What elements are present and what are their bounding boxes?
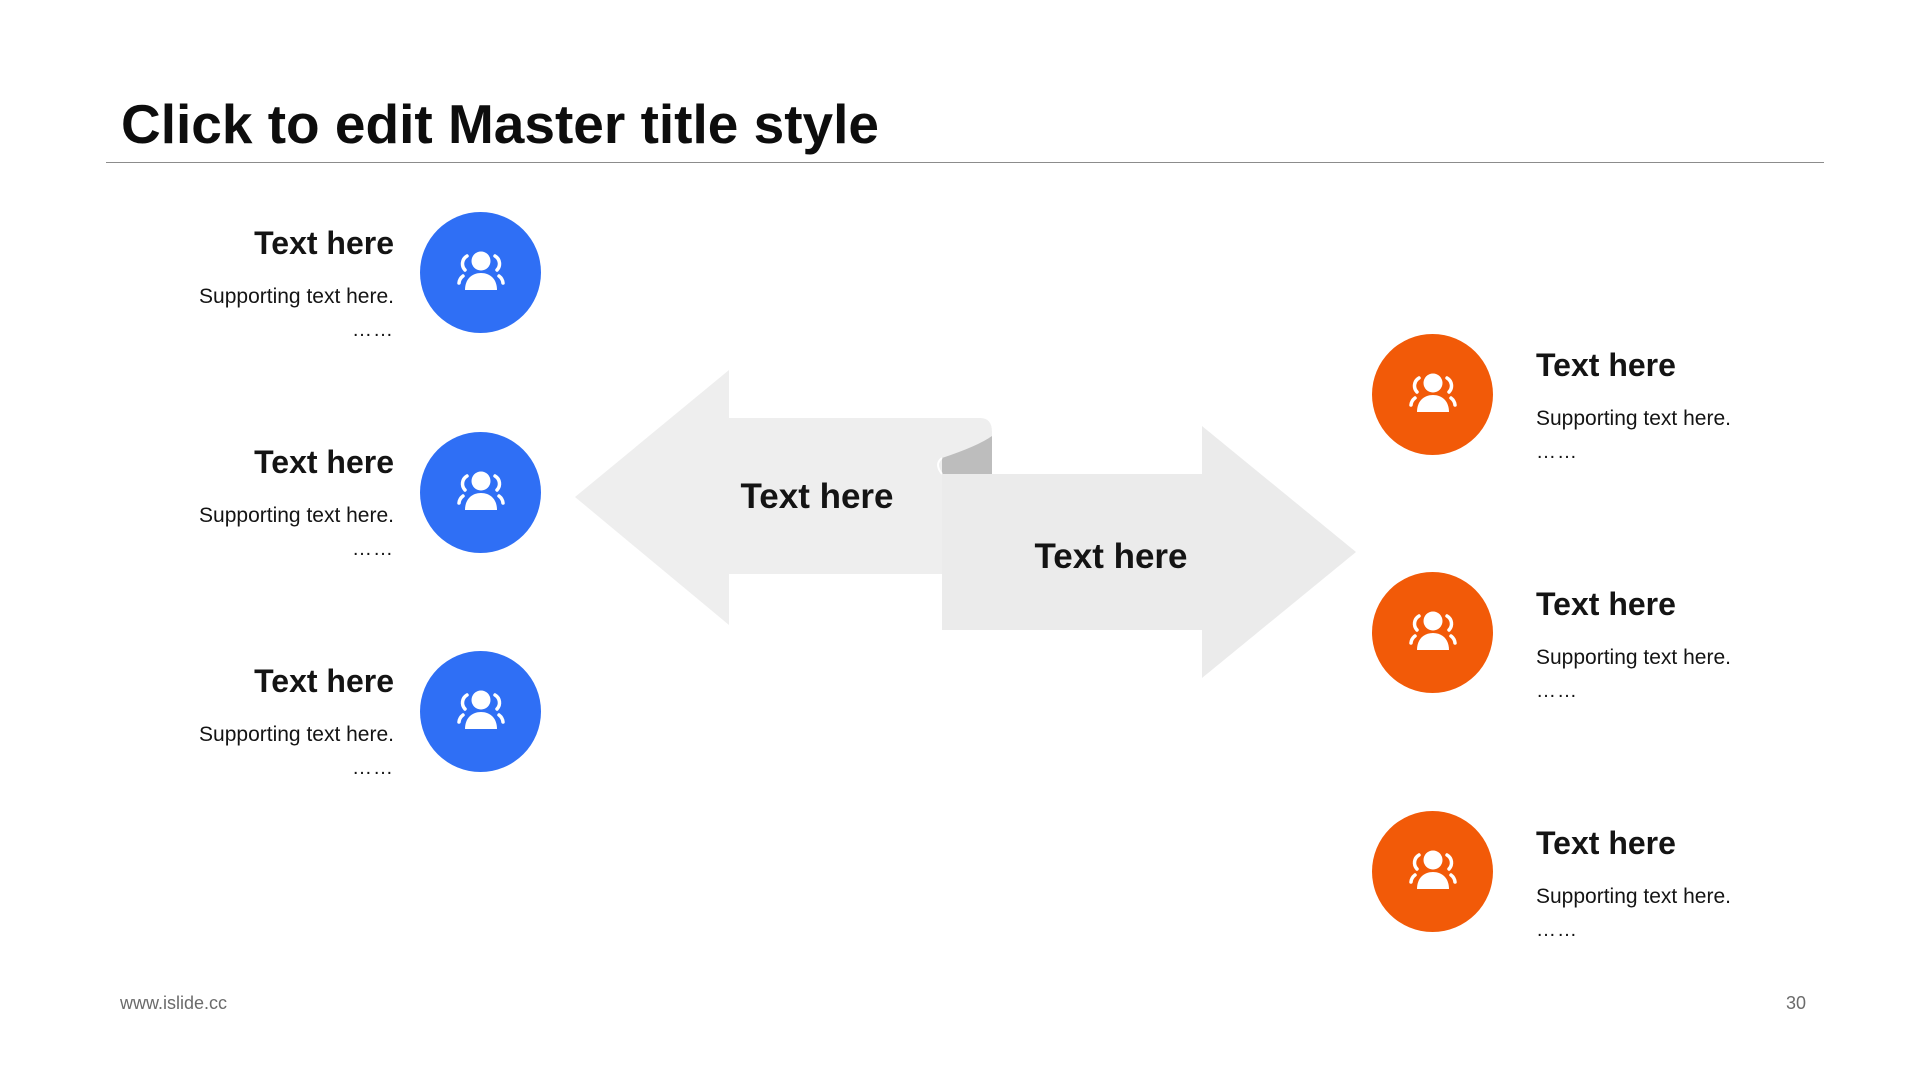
footer-url: www.islide.cc [120, 993, 228, 1013]
left-item-3-avatar [420, 651, 541, 772]
users-icon [456, 690, 505, 729]
users-icon [456, 251, 505, 290]
left-item-support: Supporting text here. [199, 723, 394, 746]
title-divider [106, 162, 1824, 163]
users-icon [1408, 611, 1457, 650]
left-item-dots: …… [352, 538, 394, 560]
right-item-1-avatar [1372, 334, 1493, 455]
right-item-dots: …… [1536, 680, 1578, 702]
right-item-heading: Text here [1536, 825, 1676, 861]
left-item-heading: Text here [254, 444, 394, 480]
left-item-1[interactable]: Text here Supporting text here. …… [199, 225, 394, 342]
left-item-2-avatar [420, 432, 541, 553]
slide: Click to edit Master title style Text he… [0, 0, 1920, 1080]
right-item-1[interactable]: Text here Supporting text here. …… [1536, 347, 1731, 464]
right-item-heading: Text here [1536, 586, 1676, 622]
left-item-dots: …… [352, 319, 394, 341]
users-icon [1408, 850, 1457, 889]
right-arrow-label[interactable]: Text here [1034, 537, 1187, 577]
right-item-3[interactable]: Text here Supporting text here. …… [1536, 825, 1731, 942]
left-item-support: Supporting text here. [199, 285, 394, 308]
right-item-support: Supporting text here. [1536, 885, 1731, 908]
left-item-heading: Text here [254, 225, 394, 261]
right-item-dots: …… [1536, 919, 1578, 941]
left-item-dots: …… [352, 757, 394, 779]
right-item-2-avatar [1372, 572, 1493, 693]
users-icon [1408, 373, 1457, 412]
left-item-3[interactable]: Text here Supporting text here. …… [199, 663, 394, 780]
left-arrow-label[interactable]: Text here [740, 477, 893, 517]
right-item-3-avatar [1372, 811, 1493, 932]
users-icon [456, 471, 505, 510]
left-item-2[interactable]: Text here Supporting text here. …… [199, 444, 394, 561]
left-item-support: Supporting text here. [199, 504, 394, 527]
right-item-2[interactable]: Text here Supporting text here. …… [1536, 586, 1731, 703]
double-arrow-graphic [575, 370, 1356, 678]
page-number: 30 [1786, 993, 1807, 1013]
right-item-support: Supporting text here. [1536, 646, 1731, 669]
right-item-heading: Text here [1536, 347, 1676, 383]
left-item-1-avatar [420, 212, 541, 333]
left-item-heading: Text here [254, 663, 394, 699]
right-item-dots: …… [1536, 441, 1578, 463]
slide-title[interactable]: Click to edit Master title style [121, 92, 879, 156]
right-item-support: Supporting text here. [1536, 407, 1731, 430]
